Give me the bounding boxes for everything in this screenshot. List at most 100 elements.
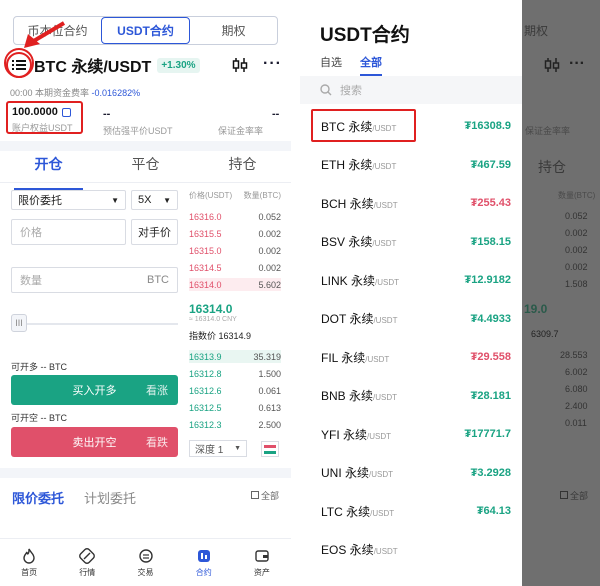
candlestick-chart-icon[interactable] bbox=[232, 57, 248, 73]
contract-list-item[interactable]: YFI 永续/USDT ₮17771.7 bbox=[300, 415, 522, 453]
available-short: 可开空 -- BTC bbox=[11, 413, 67, 423]
contract-name: ETH 永续/USDT bbox=[321, 156, 396, 173]
slider-track[interactable] bbox=[27, 323, 178, 325]
contract-list-item[interactable]: BCH 永续/USDT ₮255.43 bbox=[300, 184, 522, 222]
pair-title[interactable]: BTC 永续/USDT bbox=[34, 53, 151, 77]
bid-row[interactable]: 16312.6 0.061 bbox=[189, 384, 281, 397]
dim-tab-options: 期权 bbox=[524, 24, 549, 38]
bid-row[interactable]: 16312.8 1.500 bbox=[189, 367, 281, 380]
ask-row[interactable]: 16315.5 0.002 bbox=[189, 227, 281, 240]
contract-symbol: EOS 永续 bbox=[321, 543, 374, 557]
ask-row[interactable]: 16314.0 5.602 bbox=[189, 278, 281, 291]
trade-tabs: 开仓 平仓 持仓 bbox=[0, 153, 291, 190]
dim-qty: 0.002 bbox=[565, 245, 588, 255]
tab-close[interactable]: 平仓 bbox=[97, 153, 194, 182]
contract-price: ₮28.181 bbox=[470, 389, 511, 402]
contract-name: EOS 永续/USDT bbox=[321, 541, 398, 558]
contract-trade-screen: 币本位合约 USDT合约 期权 BTC 永续/USDT +1.30% ··· 0… bbox=[0, 0, 291, 586]
tab-limit-orders[interactable]: 限价委托 bbox=[12, 488, 64, 507]
dim-all: 全部 bbox=[560, 489, 588, 502]
equity-label: 账户权益USDT bbox=[12, 123, 73, 133]
ask-row[interactable]: 16314.5 0.002 bbox=[189, 261, 281, 274]
qty-unit: BTC bbox=[147, 274, 169, 286]
order-type-select[interactable]: 限价委托 ▼ bbox=[11, 190, 126, 210]
contract-quote: /USDT bbox=[373, 316, 398, 325]
pair-header: BTC 永续/USDT +1.30% bbox=[6, 48, 291, 82]
nav-assets[interactable]: 资产 bbox=[233, 539, 291, 586]
contract-symbol: BCH 永续 bbox=[321, 196, 374, 211]
show-all-toggle[interactable]: 全部 bbox=[251, 489, 279, 502]
contract-list-item[interactable]: DOT 永续/USDT ₮4.4933 bbox=[300, 300, 522, 338]
tab-favorites[interactable]: 自选 bbox=[320, 54, 342, 70]
highlight-box bbox=[311, 109, 416, 142]
contract-price: ₮4.4933 bbox=[470, 312, 511, 325]
contract-list-item[interactable]: EOS 永续/USDT bbox=[300, 531, 522, 569]
available-long: 可开多 -- BTC bbox=[11, 362, 67, 372]
leverage-select[interactable]: 5X ▼ bbox=[131, 190, 178, 210]
bid-row[interactable]: 16312.3 2.500 bbox=[189, 418, 281, 431]
tab-position[interactable]: 持仓 bbox=[194, 153, 291, 182]
contract-name: LINK 永续/USDT bbox=[321, 272, 399, 289]
contract-name: UNI 永续/USDT bbox=[321, 464, 393, 481]
tab-open[interactable]: 开仓 bbox=[0, 153, 97, 190]
dim-qty: 6.002 bbox=[565, 367, 588, 377]
nav-contract[interactable]: 合约 bbox=[175, 539, 233, 586]
sell-short-button[interactable]: 卖出开空 看跌 bbox=[11, 427, 178, 457]
contract-quote: /USDT bbox=[372, 162, 397, 171]
tab-usdt-contract[interactable]: USDT合约 bbox=[101, 17, 190, 44]
nav-trade[interactable]: 交易 bbox=[116, 539, 174, 586]
last-price: 16314.0 bbox=[189, 302, 233, 316]
counterparty-price-button[interactable]: 对手价 bbox=[131, 219, 178, 245]
funding-rate: 00:00 本期资金费率 -0.016282% bbox=[10, 88, 141, 98]
sell-sub: 看跌 bbox=[146, 437, 168, 449]
contract-icon bbox=[197, 549, 210, 562]
contract-price: ₮3.2928 bbox=[470, 466, 511, 479]
contract-symbol: UNI 永续 bbox=[321, 466, 370, 480]
contract-price: ₮17771.7 bbox=[464, 428, 511, 440]
last-price-cny: ≈ 16314.0 CNY bbox=[189, 316, 237, 323]
contract-list-item[interactable]: ETH 永续/USDT ₮467.59 bbox=[300, 146, 522, 184]
dim-position-tab: 持仓 bbox=[538, 159, 566, 175]
contract-list-item[interactable]: LTC 永续/USDT ₮64.13 bbox=[300, 492, 522, 530]
caret-down-icon: ▼ bbox=[234, 445, 241, 452]
nav-trade-label: 交易 bbox=[137, 567, 154, 577]
orderbook-layout-icon[interactable] bbox=[261, 441, 279, 457]
contract-name: FIL 永续/USDT bbox=[321, 349, 389, 366]
depth-select[interactable]: 深度 1 ▼ bbox=[189, 440, 247, 457]
caret-down-icon: ▼ bbox=[111, 195, 119, 205]
contract-list-item[interactable]: BNB 永续/USDT ₮28.181 bbox=[300, 377, 522, 415]
contract-symbol: LINK 永续 bbox=[321, 273, 376, 288]
dim-price: 19.0 bbox=[524, 302, 548, 316]
contract-list-item[interactable]: BSV 永续/USDT ₮158.15 bbox=[300, 223, 522, 261]
drawer-title: USDT合约 bbox=[320, 25, 410, 46]
contract-list-item[interactable]: UNI 永续/USDT ₮3.2928 bbox=[300, 454, 522, 492]
quantity-input[interactable]: 数量 BTC bbox=[11, 267, 178, 293]
checkbox-icon bbox=[560, 491, 568, 499]
orderbook-header: 价格(USDT) 数量(BTC) bbox=[189, 190, 281, 201]
nav-home[interactable]: 首页 bbox=[0, 539, 58, 586]
slider-handle[interactable]: III bbox=[11, 314, 27, 332]
dim-qty: 0.002 bbox=[565, 262, 588, 272]
contract-list-item[interactable]: FIL 永续/USDT ₮29.558 bbox=[300, 338, 522, 376]
buy-long-button[interactable]: 买入开多 看涨 bbox=[11, 375, 178, 405]
est-liq-value: -- bbox=[103, 108, 111, 120]
margin-rate-value: -- bbox=[272, 108, 280, 120]
contract-list-item[interactable]: LINK 永续/USDT ₮12.9182 bbox=[300, 261, 522, 299]
ask-row[interactable]: 16315.0 0.002 bbox=[189, 244, 281, 257]
more-icon[interactable]: ··· bbox=[263, 55, 282, 73]
tab-all[interactable]: 全部 bbox=[360, 54, 382, 76]
tab-plan-orders[interactable]: 计划委托 bbox=[84, 488, 136, 507]
ob-head-qty: 数量(BTC) bbox=[243, 191, 281, 200]
order-type-value: 限价委托 bbox=[18, 195, 62, 207]
dim-qty-head: 数量(BTC) bbox=[558, 191, 596, 200]
search-input[interactable]: 搜索 bbox=[300, 76, 522, 104]
ask-row[interactable]: 16316.0 0.052 bbox=[189, 210, 281, 223]
account-equity[interactable]: 100.0000 账户权益USDT bbox=[6, 101, 83, 134]
nav-market[interactable]: 行情 bbox=[58, 539, 116, 586]
divider bbox=[0, 141, 291, 151]
bid-row[interactable]: 16312.5 0.613 bbox=[189, 401, 281, 414]
transfer-icon[interactable] bbox=[61, 107, 71, 117]
tab-options[interactable]: 期权 bbox=[190, 17, 277, 44]
price-input[interactable]: 价格 bbox=[11, 219, 126, 245]
bid-row[interactable]: 16313.9 35.319 bbox=[189, 350, 281, 363]
